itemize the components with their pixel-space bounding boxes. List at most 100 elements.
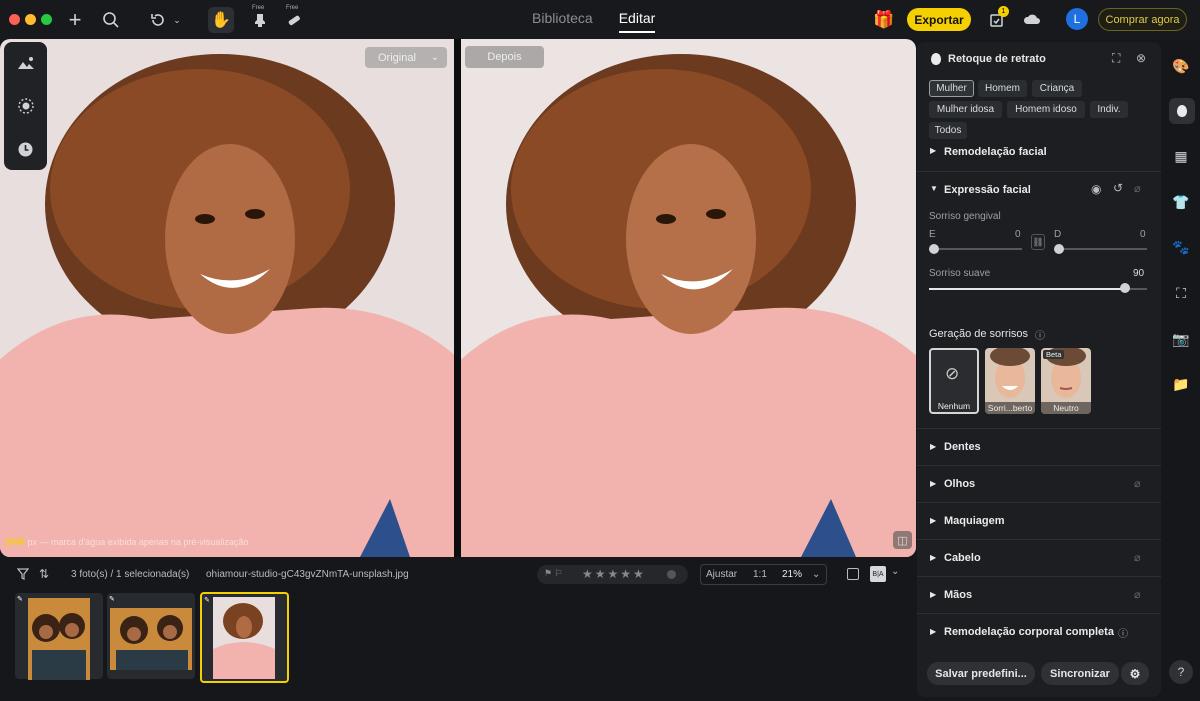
- tab-biblioteca[interactable]: Biblioteca: [532, 10, 593, 33]
- section-row[interactable]: ▶ Olhos ⌀: [917, 465, 1161, 502]
- gift-icon[interactable]: 🎁: [872, 8, 896, 32]
- folder-icon[interactable]: 📁: [1169, 372, 1193, 396]
- avatar[interactable]: L: [1066, 8, 1088, 30]
- help-button[interactable]: ?: [1169, 660, 1193, 684]
- original-dropdown[interactable]: Original ⌄: [365, 47, 447, 68]
- pet-icon[interactable]: 🐾: [1169, 235, 1193, 259]
- erase-icon[interactable]: ⌀: [1134, 182, 1141, 195]
- cloud-sync-icon[interactable]: [1020, 8, 1044, 32]
- filename: ohiamour-studio-gC43gvZNmTA-unsplash.jpg: [206, 569, 409, 580]
- smile-option-none[interactable]: ⊘ Nenhum: [929, 348, 979, 414]
- chip-individual[interactable]: Indiv.: [1090, 101, 1128, 118]
- chip-homem[interactable]: Homem: [978, 80, 1027, 97]
- export-button[interactable]: Exportar: [907, 8, 971, 31]
- section-row[interactable]: ▶ Cabelo ⌀: [917, 539, 1161, 576]
- one-to-one-button[interactable]: 1:1: [753, 569, 767, 580]
- buy-now-button[interactable]: Comprar agora: [1098, 8, 1187, 31]
- edited-icon: ✎: [204, 597, 210, 604]
- chevron-down-icon[interactable]: ⌄: [170, 8, 184, 32]
- close-window-button[interactable]: [9, 14, 20, 25]
- image-viewer[interactable]: [0, 39, 916, 557]
- search-icon[interactable]: [99, 8, 123, 32]
- palette-icon[interactable]: 🎨: [1169, 54, 1193, 78]
- smile-option-label: Neutro: [1041, 402, 1091, 414]
- chip-mulher-idosa[interactable]: Mulher idosa: [929, 101, 1002, 118]
- slider-knob[interactable]: [1120, 283, 1131, 293]
- star-rating[interactable]: ★★★★★: [582, 567, 646, 581]
- history-icon[interactable]: [4, 128, 47, 170]
- chevron-down-icon[interactable]: ⌄: [812, 569, 820, 580]
- compare-view-icon[interactable]: ◫: [893, 531, 912, 549]
- section-row[interactable]: ▶ Dentes: [917, 428, 1161, 465]
- original-dropdown-label: Original: [378, 51, 416, 64]
- camera-icon[interactable]: 📷: [1169, 327, 1193, 351]
- hand-tool-icon[interactable]: ✋: [208, 7, 234, 33]
- watermark-brand: 2000: [5, 537, 26, 547]
- main-tabs: Biblioteca Editar: [532, 10, 656, 33]
- mask-icon[interactable]: [4, 85, 47, 127]
- help-icon[interactable]: ⓘ: [1118, 625, 1128, 640]
- flag-icon[interactable]: ⚑ ⚐: [544, 568, 563, 579]
- chip-homem-idoso[interactable]: Homem idoso: [1007, 101, 1085, 118]
- section-row[interactable]: ▶ Remodelação corporal completa ⓘ: [917, 613, 1161, 650]
- chevron-down-icon[interactable]: ▼: [930, 184, 938, 193]
- before-after-icon[interactable]: B|A: [870, 566, 886, 582]
- portrait-icon[interactable]: [1169, 98, 1195, 124]
- face-select-icon[interactable]: ⛶: [1112, 51, 1120, 66]
- eye-icon[interactable]: ◉: [1091, 182, 1101, 196]
- sync-settings-icon[interactable]: ⚙: [1121, 662, 1149, 685]
- help-icon[interactable]: ⓘ: [1035, 327, 1045, 342]
- add-icon[interactable]: +: [63, 7, 87, 32]
- thumbnail-selected[interactable]: ✎: [200, 592, 289, 683]
- color-label-icon[interactable]: [667, 570, 676, 579]
- image-adjust-icon[interactable]: [4, 42, 47, 84]
- sync-button[interactable]: Sincronizar: [1041, 662, 1119, 685]
- chevron-right-icon: ▶: [930, 479, 937, 488]
- maximize-window-button[interactable]: [41, 14, 52, 25]
- erase-icon[interactable]: ⌀: [1134, 551, 1141, 564]
- sort-icon[interactable]: ⇅: [39, 567, 49, 581]
- fit-button[interactable]: Ajustar: [706, 569, 737, 580]
- save-preset-button[interactable]: Salvar predefini...: [927, 662, 1035, 685]
- slider-knob[interactable]: [1054, 244, 1064, 254]
- thumbnail[interactable]: ✎: [15, 593, 103, 680]
- gum-smile-right-slider[interactable]: [1054, 248, 1147, 250]
- section-row[interactable]: ▶ Maquiagem: [917, 502, 1161, 539]
- portrait-retouch-panel: Retoque de retrato ⛶ ⊗ Mulher Homem Cria…: [917, 42, 1161, 697]
- section-facial-reshape[interactable]: Remodelação facial: [944, 146, 1047, 158]
- crop-icon[interactable]: ⛶: [1169, 281, 1193, 305]
- clothing-icon[interactable]: 👕: [1169, 190, 1193, 214]
- erase-icon[interactable]: ⌀: [1134, 588, 1141, 601]
- erase-icon[interactable]: ⌀: [1134, 477, 1141, 490]
- link-sliders-icon[interactable]: ⛓: [1031, 234, 1045, 250]
- minimize-window-button[interactable]: [25, 14, 36, 25]
- chevron-down-icon[interactable]: ⌄: [891, 566, 899, 577]
- rating-bar: ⚑ ⚐ ★★★★★: [537, 565, 688, 584]
- chip-crianca[interactable]: Criança: [1032, 80, 1082, 97]
- gum-smile-left-slider[interactable]: [929, 248, 1022, 250]
- background-icon[interactable]: ▦: [1169, 144, 1193, 168]
- single-view-icon[interactable]: [847, 568, 859, 580]
- chip-todos[interactable]: Todos: [929, 122, 967, 139]
- chip-mulher[interactable]: Mulher: [929, 80, 974, 97]
- chevron-right-icon: ▶: [930, 627, 937, 636]
- thumbnail[interactable]: ✎: [107, 593, 195, 679]
- bandage-tool-icon[interactable]: Free: [282, 5, 306, 32]
- chevron-right-icon: ▶: [930, 553, 937, 562]
- chevron-right-icon: ▶: [930, 590, 937, 599]
- section-expression-title[interactable]: Expressão facial: [944, 184, 1031, 196]
- link-icon[interactable]: ⊗: [1136, 51, 1146, 65]
- soft-smile-slider[interactable]: [929, 288, 1147, 290]
- zoom-value[interactable]: 21%: [782, 569, 802, 580]
- smile-option-open[interactable]: Sorri...berto: [985, 348, 1035, 414]
- reset-icon[interactable]: ↺: [1113, 181, 1123, 195]
- slider-knob[interactable]: [929, 244, 939, 254]
- tab-editar[interactable]: Editar: [618, 10, 656, 33]
- section-row[interactable]: ▶ Mãos ⌀: [917, 576, 1161, 613]
- stamp-tool-icon[interactable]: Free: [248, 5, 272, 32]
- soft-smile-label: Sorriso suave: [929, 268, 991, 279]
- filmstrip: ✎ ✎ ✎: [0, 590, 916, 701]
- smile-option-neutral[interactable]: Beta Neutro: [1041, 348, 1091, 414]
- undo-icon[interactable]: [146, 8, 170, 32]
- filter-icon[interactable]: [16, 568, 30, 583]
